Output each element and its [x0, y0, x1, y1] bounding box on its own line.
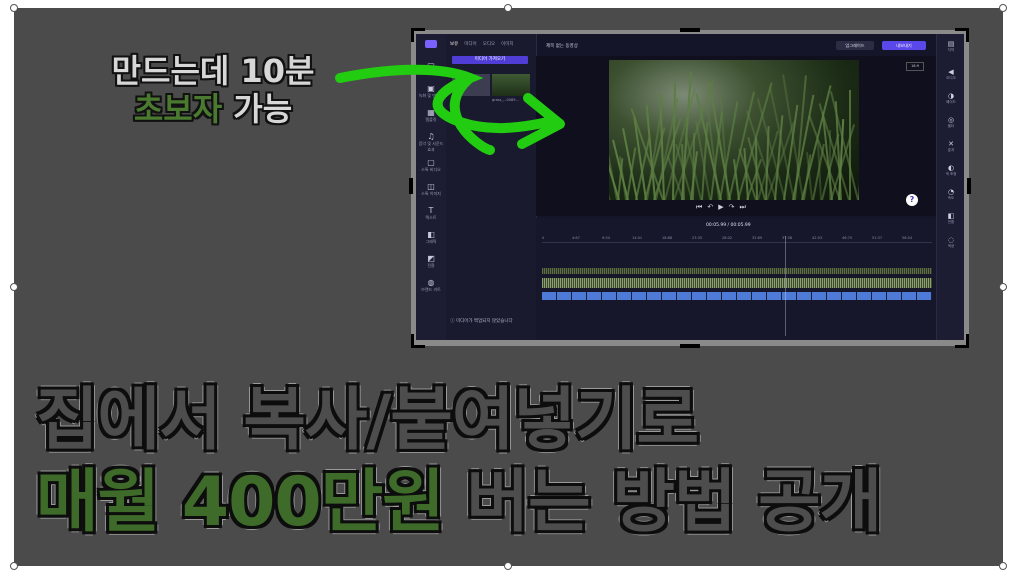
- arrow-shaft: [335, 64, 553, 134]
- headline-rest: 버는 방법 공개: [443, 463, 883, 542]
- arrow-tail: [449, 73, 495, 155]
- headline-line-2: 매월 400만원 버는 방법 공개: [36, 446, 883, 545]
- headline-income: 매월 400만원: [36, 463, 445, 542]
